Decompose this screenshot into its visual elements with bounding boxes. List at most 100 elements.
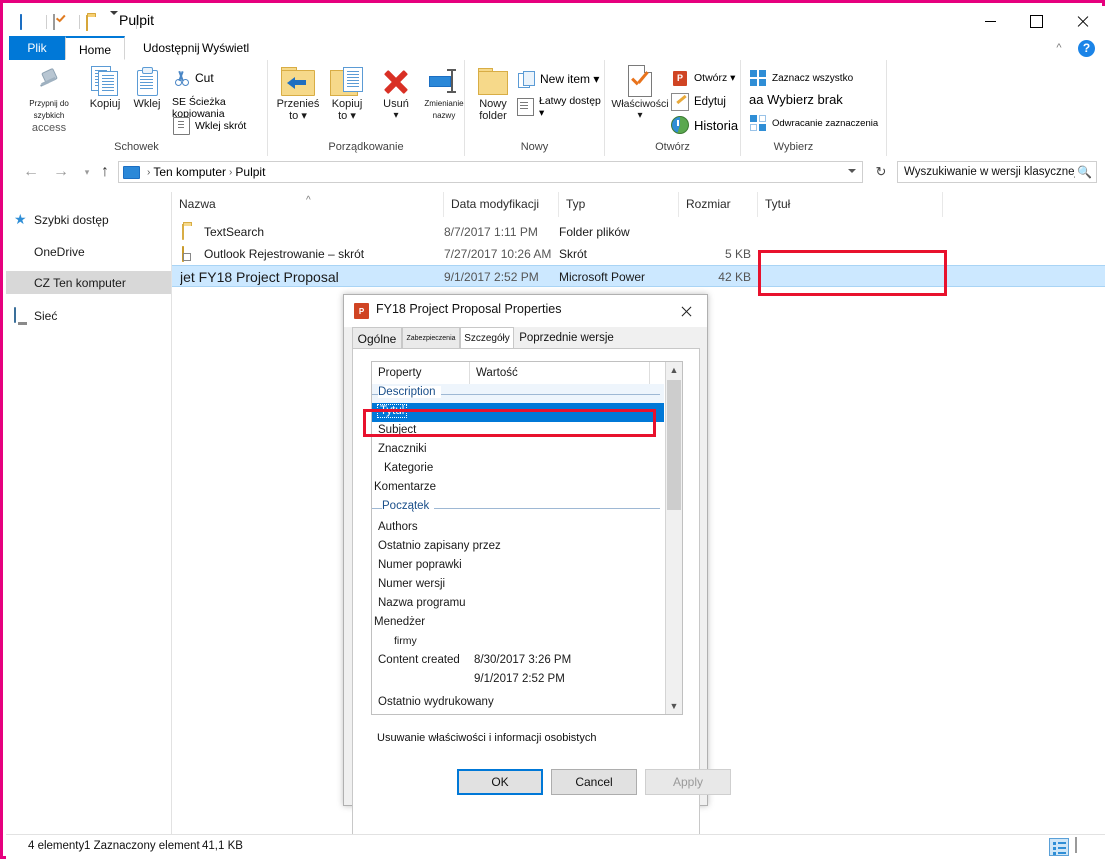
remove-properties-link[interactable]: Usuwanie właściwości i informacji osobis… — [377, 732, 596, 744]
property-row-firmy[interactable]: firmy — [372, 633, 664, 652]
property-row-ostatnio-wydrukowany[interactable]: Ostatnio wydrukowany — [372, 694, 664, 713]
pin-to-quick-access-button[interactable]: Przypnij do szybkich access — [14, 64, 84, 134]
property-row-content-created[interactable]: Content created 8/30/2017 3:26 PM — [372, 652, 664, 671]
monitor-icon[interactable] — [20, 13, 37, 30]
new-item-button[interactable]: New item ▾ — [517, 71, 599, 88]
property-value: 8/30/2017 3:26 PM — [474, 654, 572, 666]
properties-header-property[interactable]: Property — [372, 362, 470, 384]
edit-button[interactable]: Edytuj — [671, 93, 726, 111]
properties-header-wartosc[interactable]: Wartość — [470, 362, 650, 384]
tab-poprzednie-wersje[interactable]: Poprzednie wersje — [514, 327, 619, 349]
column-header-typ[interactable]: Typ — [559, 192, 679, 217]
properties-button[interactable]: Właściwości ▾ — [609, 64, 671, 122]
properties-scrollbar[interactable]: ▲ ▼ — [665, 362, 682, 714]
forward-arrow-icon[interactable]: → — [50, 162, 72, 182]
property-key: Tytuł — [376, 404, 408, 418]
history-button[interactable]: Historia — [671, 116, 738, 134]
easy-access-button[interactable]: Łatwy dostęp ▾ — [517, 95, 604, 119]
column-header-tytul[interactable]: Tytuł — [758, 192, 943, 217]
maximize-button[interactable] — [1013, 6, 1059, 36]
properties-list[interactable]: Property Wartość Description Tytuł Subje… — [371, 361, 683, 715]
properties-header-row: Property Wartość — [372, 362, 664, 385]
property-row-menedzer[interactable]: Menedżer — [372, 614, 664, 633]
delete-button[interactable]: Usuń ▾ — [374, 64, 418, 122]
property-value: 9/1/2017 2:52 PM — [474, 673, 565, 685]
sidebar-item-siec[interactable]: Sieć — [6, 304, 171, 327]
new-folder-button[interactable]: Nowy folder — [469, 64, 517, 122]
property-row-calkowity-czas-edycji[interactable]: Całkowity czas edycji — [372, 713, 664, 714]
scrollbar-thumb[interactable] — [667, 380, 681, 510]
property-row-znaczniki[interactable]: Znaczniki — [372, 441, 664, 460]
column-header-rozmiar[interactable]: Rozmiar — [679, 192, 758, 217]
file-type-cell: Skrót — [559, 247, 588, 261]
new-item-icon — [517, 71, 535, 88]
select-all-button[interactable]: Zaznacz wszystko — [749, 70, 853, 86]
address-breadcrumb-box[interactable]: › Ten komputer › Pulpit — [118, 161, 863, 183]
sidebar-item-szybki-dostep[interactable]: ★ Szybki dostęp — [6, 208, 171, 231]
paste-shortcut-button[interactable]: Wklej skrót — [172, 117, 246, 135]
dialog-close-button[interactable] — [671, 301, 701, 323]
search-box[interactable]: 🔍 — [897, 161, 1097, 183]
tab-home[interactable]: Home — [65, 36, 126, 60]
new-folder-icon[interactable] — [86, 15, 103, 31]
close-button[interactable] — [1059, 6, 1105, 36]
cancel-button[interactable]: Cancel — [551, 769, 637, 795]
paste-button[interactable]: Wklej — [126, 64, 168, 110]
invert-selection-button[interactable]: Odwracanie zaznaczenia — [749, 115, 878, 131]
copy-button[interactable]: Kopiuj — [84, 64, 126, 110]
cut-button[interactable]: Cut — [172, 70, 214, 86]
property-row-kategorie[interactable]: Kategorie — [372, 460, 664, 479]
minimize-button[interactable] — [967, 6, 1013, 36]
scroll-down-icon[interactable]: ▼ — [666, 698, 682, 714]
property-row-komentarze[interactable]: Komentarze — [372, 479, 664, 498]
table-row[interactable]: TextSearch 8/7/2017 1:11 PM Folder plikó… — [172, 221, 1105, 243]
thumbnail-view-button[interactable] — [1075, 837, 1095, 856]
table-row[interactable]: jet FY18 Project Proposal 9/1/2017 2:52 … — [172, 265, 1105, 287]
property-row-date-modified[interactable]: 9/1/2017 2:52 PM — [372, 671, 664, 690]
up-arrow-icon[interactable]: ↑ — [94, 162, 116, 182]
move-to-button[interactable]: Przenieś to ▾ — [272, 64, 324, 122]
search-input[interactable] — [902, 165, 1078, 179]
property-key: Numer wersji — [378, 578, 446, 590]
property-row-nazwa-programu[interactable]: Nazwa programu — [372, 595, 664, 614]
properties-check-icon[interactable] — [53, 13, 70, 30]
sidebar-item-onedrive[interactable]: OneDrive — [6, 240, 171, 263]
tab-zabezpieczenia[interactable]: Zabezpieczenia — [402, 327, 460, 349]
network-icon — [14, 307, 30, 324]
table-row[interactable]: Outlook Rejestrowanie – skrót 7/27/2017 … — [172, 243, 1105, 265]
property-row-authors[interactable]: Authors — [372, 519, 664, 538]
tab-szczegoly[interactable]: Szczegóły — [460, 327, 514, 349]
ribbon-group-porzadkowanie: Przenieś to ▾ Kopiuj to ▾ Usuń ▾ Zmienia… — [268, 60, 465, 156]
select-all-label: Zaznacz wszystko — [772, 72, 854, 84]
property-row-ostatnio-zapisany-przez[interactable]: Ostatnio zapisany przez — [372, 538, 664, 557]
tab-wyswietl[interactable]: Wyświetl — [189, 36, 262, 60]
property-row-tytul[interactable]: Tytuł — [372, 403, 664, 422]
breadcrumb-ten-komputer[interactable]: Ten komputer — [153, 165, 226, 179]
ok-button[interactable]: OK — [457, 769, 543, 795]
tab-ogolne[interactable]: Ogólne — [352, 327, 402, 349]
easy-access-label: Łatwy dostęp ▾ — [539, 95, 601, 119]
breadcrumb-pulpit[interactable]: Pulpit — [235, 165, 265, 179]
chevron-up-icon[interactable]: ^ — [1051, 40, 1067, 56]
copy-to-button[interactable]: Kopiuj to ▾ — [324, 64, 370, 122]
back-arrow-icon[interactable]: ← — [20, 162, 42, 182]
property-row-numer-poprawki[interactable]: Numer poprawki — [372, 557, 664, 576]
open-with-button[interactable]: P Otwórz ▾ — [671, 70, 735, 86]
property-row-subject[interactable]: Subject — [372, 422, 664, 441]
help-icon[interactable]: ? — [1078, 40, 1095, 57]
scroll-up-icon[interactable]: ▲ — [666, 362, 682, 378]
select-none-button[interactable]: aa Wybierz brak — [749, 92, 843, 107]
chevron-down-icon[interactable] — [848, 169, 856, 173]
property-row-section: Description — [372, 384, 664, 403]
tab-plik[interactable]: Plik — [9, 36, 65, 60]
apply-button[interactable]: Apply — [645, 769, 731, 795]
sidebar-item-ten-komputer[interactable]: CZ Ten komputer — [6, 271, 171, 294]
rename-button[interactable]: Zmienianie nazwy — [416, 64, 472, 122]
refresh-icon[interactable]: ↻ — [870, 161, 892, 183]
sidebar-label-2: CZ Ten komputer — [34, 275, 126, 290]
group-label-wybierz: Wybierz — [773, 141, 814, 153]
details-view-button[interactable] — [1049, 838, 1069, 856]
property-row-numer-wersji[interactable]: Numer wersji — [372, 576, 664, 595]
group-label-schowek: Schowek — [114, 141, 159, 153]
column-header-data-modyfikacji[interactable]: Data modyfikacji — [444, 192, 559, 217]
